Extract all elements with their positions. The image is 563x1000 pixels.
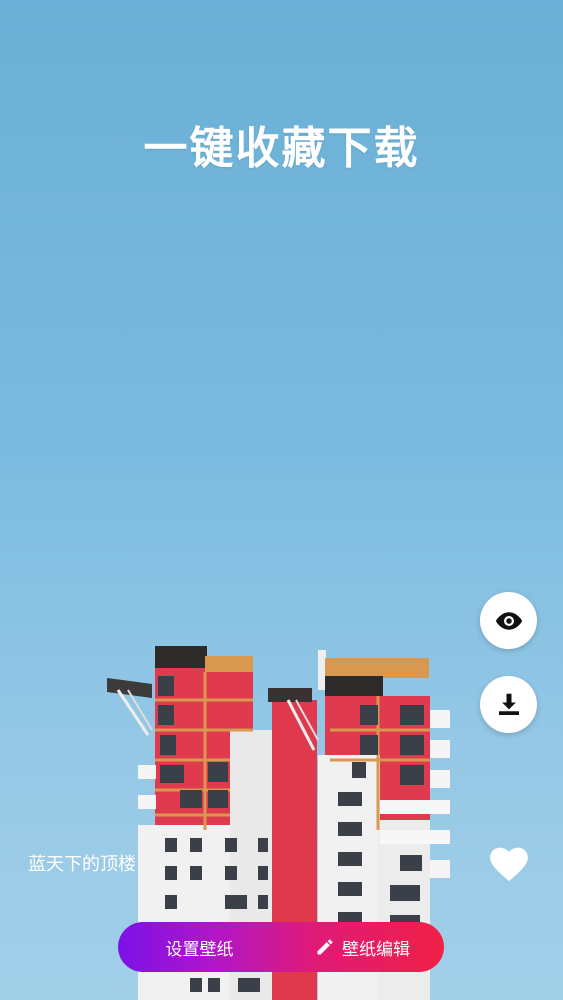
edit-wallpaper-button[interactable]: 壁纸编辑 — [281, 922, 444, 972]
edit-wallpaper-label: 壁纸编辑 — [342, 939, 410, 960]
download-button[interactable] — [480, 676, 537, 733]
set-wallpaper-label: 设置壁纸 — [165, 939, 234, 960]
action-bar: 设置壁纸 壁纸编辑 — [118, 922, 444, 972]
pencil-icon — [317, 939, 333, 955]
eye-icon — [495, 611, 522, 630]
heart-icon[interactable] — [489, 846, 529, 882]
download-icon — [498, 693, 519, 715]
set-wallpaper-button[interactable]: 设置壁纸 — [118, 922, 281, 972]
wallpaper-title: 蓝天下的顶楼 — [28, 854, 136, 875]
preview-button[interactable] — [480, 592, 537, 649]
